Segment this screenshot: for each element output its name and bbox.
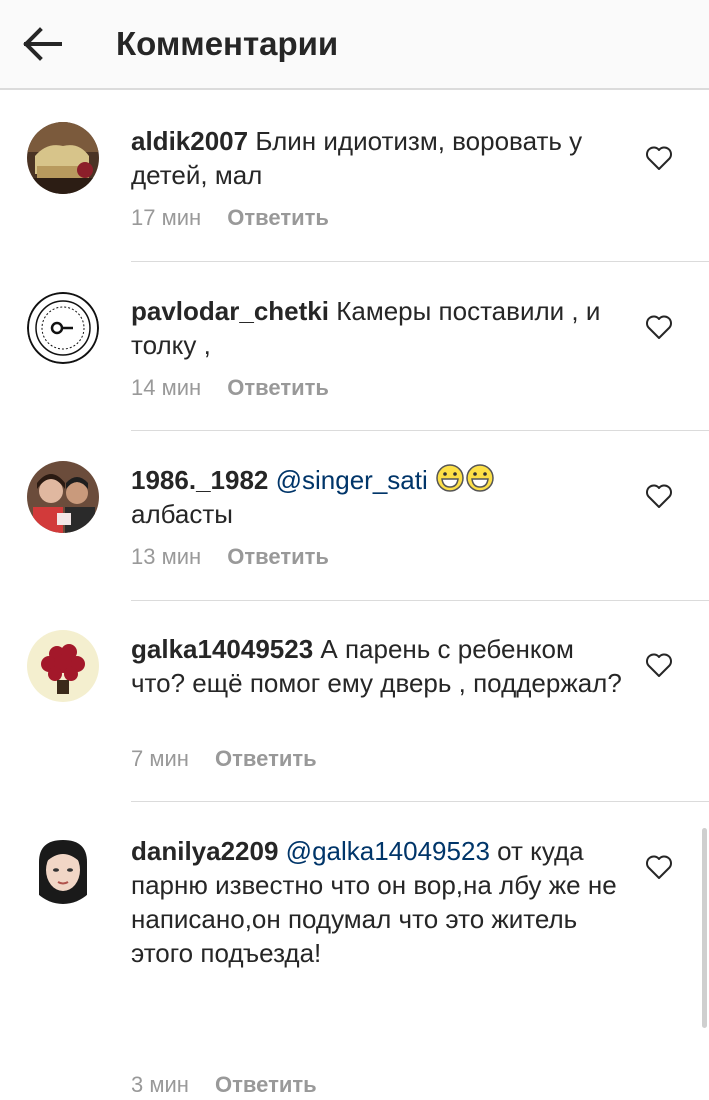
top-app-bar: Комментарии bbox=[0, 0, 709, 90]
page-title: Комментарии bbox=[116, 25, 339, 62]
comment-body: 1986._1982 @singer_sati албасты bbox=[131, 463, 631, 531]
comment-time: 13 мин bbox=[131, 544, 202, 569]
comment-meta: 3 мин Ответить bbox=[131, 1070, 317, 1100]
comment-time: 7 мин bbox=[131, 746, 189, 771]
comment-time: 14 мин bbox=[131, 375, 202, 400]
avatar[interactable] bbox=[27, 630, 99, 702]
comment-body: pavlodar_chetki Камеры поставили , и тол… bbox=[131, 294, 631, 362]
comment-username[interactable]: pavlodar_chetki bbox=[131, 296, 329, 326]
heart-outline-icon[interactable] bbox=[645, 483, 673, 509]
comment-text: aldik2007 Блин идиотизм, воровать у дете… bbox=[131, 124, 631, 192]
comment-meta: 17 мин Ответить bbox=[131, 203, 329, 233]
back-arrow-icon[interactable] bbox=[20, 24, 66, 64]
comment-text: danilya2209 @galka14049523 от куда парню… bbox=[131, 834, 631, 970]
avatar[interactable] bbox=[27, 122, 99, 194]
mention-link[interactable]: @galka14049523 bbox=[286, 836, 490, 866]
reply-button[interactable]: Ответить bbox=[227, 375, 329, 400]
heart-outline-icon[interactable] bbox=[645, 652, 673, 678]
heart-outline-icon[interactable] bbox=[645, 145, 673, 171]
comment-time: 3 мин bbox=[131, 1072, 189, 1097]
comment-body: galka14049523 А парень с ребенком что? е… bbox=[131, 632, 631, 700]
comment-username[interactable]: 1986._1982 bbox=[131, 465, 268, 495]
comment-text: pavlodar_chetki Камеры поставили , и тол… bbox=[131, 294, 631, 362]
grinning-face-icon bbox=[436, 464, 464, 492]
comment-username[interactable]: aldik2007 bbox=[131, 126, 248, 156]
avatar[interactable] bbox=[27, 832, 99, 904]
reply-button[interactable]: Ответить bbox=[227, 205, 329, 230]
reply-button[interactable]: Ответить bbox=[215, 1072, 317, 1097]
comment-body: aldik2007 Блин идиотизм, воровать у дете… bbox=[131, 124, 631, 192]
comment-meta: 14 мин Ответить bbox=[131, 373, 329, 403]
comment-item: danilya2209 @galka14049523 от куда парню… bbox=[0, 802, 709, 1097]
comment-text: galka14049523 А парень с ребенком что? е… bbox=[131, 632, 631, 700]
avatar[interactable] bbox=[27, 292, 99, 364]
scrollbar[interactable] bbox=[702, 828, 707, 1028]
reply-button[interactable]: Ответить bbox=[215, 746, 317, 771]
comment-item: 1986._1982 @singer_sati албасты 13 мин О… bbox=[0, 431, 709, 601]
reply-button[interactable]: Ответить bbox=[227, 544, 329, 569]
heart-outline-icon[interactable] bbox=[645, 854, 673, 880]
comment-item: pavlodar_chetki Камеры поставили , и тол… bbox=[0, 262, 709, 431]
comment-meta: 7 мин Ответить bbox=[131, 744, 317, 774]
comment-message: албасты bbox=[131, 499, 233, 529]
comment-meta: 13 мин Ответить bbox=[131, 542, 329, 572]
avatar[interactable] bbox=[27, 461, 99, 533]
heart-outline-icon[interactable] bbox=[645, 314, 673, 340]
comment-username[interactable]: danilya2209 bbox=[131, 836, 278, 866]
comment-username[interactable]: galka14049523 bbox=[131, 634, 313, 664]
comment-time: 17 мин bbox=[131, 205, 202, 230]
comment-item: galka14049523 А парень с ребенком что? е… bbox=[0, 600, 709, 802]
comment-text: 1986._1982 @singer_sati албасты bbox=[131, 463, 631, 531]
comment-body: danilya2209 @galka14049523 от куда парню… bbox=[131, 834, 631, 970]
comment-item: aldik2007 Блин идиотизм, воровать у дете… bbox=[0, 92, 709, 262]
mention-link[interactable]: @singer_sati bbox=[276, 465, 428, 495]
grinning-face-icon bbox=[466, 464, 494, 492]
